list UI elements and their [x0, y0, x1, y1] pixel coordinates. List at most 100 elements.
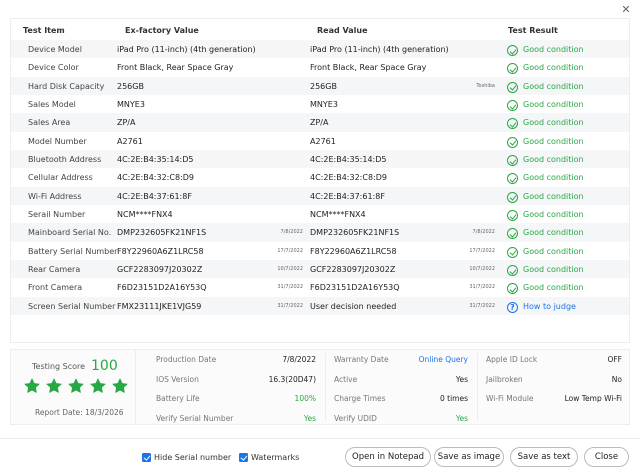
read-value: F8Y22960A6Z1LRC58	[310, 246, 397, 256]
test-item-label: Mainboard Serial No.	[28, 228, 112, 238]
test-item-label: Front Camera	[28, 283, 83, 293]
table-row: Wi-Fi Address 4C:2E:B4:37:61:8F 4C:2E:B4:3…	[11, 186, 629, 206]
check-circle-icon	[507, 45, 518, 56]
ex-factory-value: F6D23151D2A16Y53Q	[117, 283, 207, 293]
info-label: Production Date	[156, 355, 217, 364]
read-value: F6D23151D2A16Y53Q	[310, 283, 400, 293]
test-item-label: Serail Number	[28, 210, 86, 220]
test-item-label: Rear Camera	[28, 265, 81, 275]
star-icon	[67, 377, 85, 395]
watermarks-label[interactable]: Watermarks	[251, 453, 299, 462]
score-box: Testing Score 100 Report Date: 18/3/2026	[11, 350, 136, 424]
info-field: Charge Times 0 times	[334, 394, 468, 406]
score-value: 100	[91, 358, 118, 374]
table-row: Screen Serial Number FMX23111JKE1VJG59 31/…	[11, 296, 629, 316]
ex-factory-value: MNYE3	[117, 100, 145, 110]
read-value: DMP232605FK21NF1S	[310, 228, 400, 238]
table-row: Serail Number NCM****FNX4 NCM****FNX4 Good …	[11, 205, 629, 223]
info-label: Jailbroken	[486, 374, 523, 384]
ex-factory-value: GCF2283097J20302Z	[117, 265, 203, 275]
test-result: Good condition	[523, 210, 584, 220]
info-field: Verify UDID Yes	[334, 414, 468, 426]
table-row: Bluetooth Address 4C:2E:B4:35:14:D5 4C:2E:…	[11, 150, 629, 169]
test-item-label: Sales Model	[28, 100, 76, 110]
ex-factory-value: FMX23111JKE1VJG59	[117, 301, 202, 311]
read-value: ZP/A	[310, 118, 329, 128]
star-icon	[45, 377, 63, 395]
table-row: Model Number A2761 A2761 Good condition	[11, 132, 629, 150]
hide-serial-checkbox[interactable]	[142, 453, 151, 462]
ex-factory-value: iPad Pro (11-inch) (4th generation)	[117, 45, 256, 54]
ex-factory-value: 4C:2E:B4:37:61:8F	[117, 191, 192, 201]
info-value: Low Temp Wi-Fi	[564, 394, 622, 403]
info-label: Charge Times	[334, 394, 386, 403]
table-body: Device Model iPad Pro (11-inch) (4th gene…	[11, 40, 629, 316]
info-label: Battery Life	[156, 394, 200, 403]
info-value: OFF	[607, 355, 622, 364]
test-item-label: Screen Serial Number	[28, 301, 116, 311]
info-label: Active	[334, 374, 358, 384]
close-icon[interactable]: ✕	[620, 4, 632, 16]
open-in-notepad-button[interactable]: Open in Notepad	[345, 447, 431, 467]
info-value: 0 times	[439, 394, 468, 403]
test-result: Good condition	[523, 155, 584, 165]
hide-serial-label[interactable]: Hide Serial number	[154, 453, 231, 462]
read-date: Toshiba	[476, 82, 495, 89]
info-value: 100%	[294, 394, 316, 403]
test-item-label: Device Color	[28, 63, 79, 73]
read-value: MNYE3	[310, 100, 338, 110]
info-field: Production Date 7/8/2022	[156, 355, 316, 367]
save-as-text-button[interactable]: Save as text	[510, 447, 578, 467]
info-field: IOS Version 16.3(20D47)	[156, 375, 316, 387]
info-field: Verify Serial Number Yes	[156, 414, 316, 426]
read-value: GCF2283097J20302Z	[310, 265, 396, 275]
test-result: Good condition	[523, 265, 584, 275]
test-item-label: Hard Disk Capacity	[28, 81, 105, 91]
watermarks-checkbox[interactable]	[239, 453, 248, 462]
star-rating	[23, 377, 133, 399]
test-result: Good condition	[523, 118, 584, 128]
device-info-grid: Production Date 7/8/2022 IOS Version 16.3(2…	[146, 350, 628, 424]
test-item-label: Cellular Address	[28, 173, 93, 183]
check-circle-icon	[507, 246, 518, 258]
close-button[interactable]: Close	[584, 447, 629, 467]
table-header: Test Item Ex-factory Value Read Value Te…	[11, 19, 629, 41]
test-item-label: Battery Serial Number	[28, 246, 118, 256]
read-value: 4C:2E:B4:35:14:D5	[310, 155, 387, 165]
read-value: iPad Pro (11-inch) (4th generation)	[310, 45, 449, 54]
header-ex-factory-value: Ex-factory Value	[125, 26, 199, 35]
info-value[interactable]: Online Query	[419, 355, 468, 364]
info-field: Jailbroken No	[486, 375, 622, 387]
info-field: Active Yes	[334, 375, 468, 387]
score-label: Testing Score	[32, 362, 86, 371]
verification-report-window: ✕ Test Item Ex-factory Value Read Value …	[0, 0, 640, 470]
table-row: Battery Serial Number F8Y22960A6Z1LRC58 17…	[11, 242, 629, 260]
header-test-result: Test Result	[508, 26, 558, 35]
ex-factory-value: NCM****FNX4	[117, 210, 173, 220]
test-item-label: Model Number	[28, 136, 87, 146]
divider	[477, 353, 478, 421]
info-label: Warranty Date	[334, 355, 389, 364]
table-row: Sales Model MNYE3 MNYE3 Good condition	[11, 95, 629, 113]
info-value: No	[611, 374, 622, 384]
ex-factory-value: DMP232605FK21NF1S	[117, 228, 207, 238]
info-field: Battery Life 100%	[156, 394, 316, 406]
test-result: Good condition	[523, 45, 584, 54]
divider	[325, 353, 326, 421]
test-result[interactable]: How to judge	[523, 302, 576, 311]
info-value: Yes	[455, 413, 468, 423]
test-item-label: Bluetooth Address	[28, 155, 102, 165]
question-circle-icon: ?	[507, 301, 518, 313]
test-table: Test Item Ex-factory Value Read Value Te…	[10, 18, 630, 343]
save-as-image-button[interactable]: Save as image	[434, 447, 504, 467]
check-circle-icon	[507, 63, 518, 75]
info-field: Wi-Fi Module Low Temp Wi-Fi	[486, 394, 622, 406]
test-result: Good condition	[523, 100, 584, 110]
read-date: 31/7/2022	[469, 284, 495, 291]
check-circle-icon	[507, 155, 518, 167]
ex-factory-value: 256GB	[117, 81, 144, 91]
read-value: 4C:2E:B4:32:C8:D9	[310, 173, 387, 183]
test-result: Good condition	[523, 228, 584, 238]
test-item-label: Sales Area	[28, 118, 71, 128]
footer-bar: Hide Serial number Watermarks Open in No…	[0, 438, 640, 470]
